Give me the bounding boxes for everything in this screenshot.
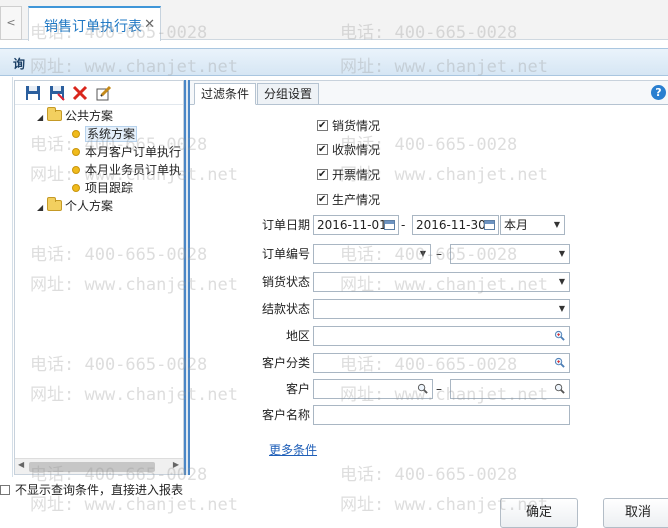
checkbox-label: 收款情况 [332, 143, 381, 157]
tree-item-project[interactable]: 项目跟踪 [72, 179, 133, 197]
checkbox-checked-icon[interactable] [317, 192, 328, 208]
tree-group-label: 公共方案 [65, 109, 114, 123]
checkbox-receipt[interactable]: 收款情况 [317, 142, 380, 158]
customer-name-input[interactable] [313, 405, 570, 425]
customer-to-field[interactable] [450, 379, 570, 399]
scheme-toolbar [15, 81, 183, 105]
range-separator: - [401, 218, 406, 232]
delete-icon[interactable] [72, 85, 88, 101]
filter-pane: 过滤条件 分组设置 ? 销货情况 收款情况 开票情况 生产情况 订单日期 201… [190, 80, 668, 475]
chevron-down-icon[interactable]: ▼ [559, 273, 565, 291]
checkbox-unchecked-icon[interactable] [0, 485, 10, 495]
tab-scroll-left-button[interactable]: < [0, 6, 22, 40]
date-to-field[interactable]: 2016-11-30 [412, 215, 499, 235]
search-icon[interactable] [554, 383, 565, 394]
range-separator: – [436, 247, 442, 261]
calendar-icon[interactable] [384, 220, 395, 230]
chevron-down-icon[interactable]: ▼ [559, 245, 565, 263]
tree-item-customer-orders[interactable]: 本月客户订单执行 [72, 143, 181, 161]
filter-tabs: 过滤条件 分组设置 ? [190, 81, 668, 105]
tab-sales-order-execution[interactable]: 销售订单执行表 ✕ [28, 6, 161, 41]
scheme-dot-icon [72, 166, 80, 174]
tab-group-settings[interactable]: 分组设置 [257, 83, 320, 105]
confirm-button[interactable]: 确定 [500, 498, 578, 528]
tree-item-system[interactable]: 系统方案 [72, 125, 138, 143]
tree-item-label: 系统方案 [85, 126, 138, 142]
date-to-value: 2016-11-30 [416, 218, 486, 232]
order-no-label: 订单编号 [261, 247, 310, 261]
checkbox-label: 销货情况 [332, 119, 381, 133]
tree-item-label: 项目跟踪 [85, 181, 134, 195]
period-select[interactable]: 本月 ▼ [500, 215, 565, 235]
tab-filter-conditions[interactable]: 过滤条件 [194, 83, 257, 105]
cancel-button[interactable]: 取消 [603, 498, 668, 528]
tab-strip: < 销售订单执行表 ✕ [0, 0, 668, 41]
settle-status-select[interactable]: ▼ [313, 299, 570, 319]
expand-arrow-icon[interactable]: ◢ [37, 199, 47, 217]
tree-item-label: 本月业务员订单执 [85, 163, 182, 177]
settle-status-label: 结款状态 [261, 302, 310, 316]
range-separator: – [436, 382, 442, 396]
order-no-from-select[interactable]: ▼ [313, 244, 431, 264]
date-from-value: 2016-11-01 [317, 218, 387, 232]
tree-item-label: 本月客户订单执行 [85, 145, 182, 159]
checkbox-checked-icon[interactable] [317, 167, 328, 183]
tab-close-icon[interactable]: ✕ [144, 17, 155, 32]
search-add-icon[interactable] [554, 357, 565, 368]
scrollbar-thumb[interactable] [29, 462, 155, 472]
customer-category-label: 客户分类 [261, 356, 310, 370]
tree-group-personal[interactable]: ◢ 个人方案 [37, 197, 113, 215]
scroll-right-icon[interactable]: ▶ [173, 460, 179, 469]
dialog-title: 询 [13, 57, 26, 71]
dialog-left-edge [0, 77, 13, 477]
scheme-dot-icon [72, 184, 80, 192]
customer-from-field[interactable] [313, 379, 433, 399]
order-date-label: 订单日期 [261, 218, 310, 232]
save-icon[interactable] [25, 85, 41, 101]
search-add-icon[interactable] [554, 330, 565, 341]
save-as-icon[interactable] [49, 85, 65, 101]
help-icon[interactable]: ? [651, 85, 666, 100]
dialog-title-bar: 询 [0, 48, 668, 76]
expand-arrow-icon[interactable]: ◢ [37, 109, 47, 127]
checkbox-label: 生产情况 [332, 193, 381, 207]
customer-name-label: 客户名称 [261, 408, 310, 422]
more-conditions-link[interactable]: 更多条件 [269, 441, 317, 458]
chevron-down-icon[interactable]: ▼ [554, 216, 560, 234]
folder-icon [47, 197, 62, 211]
folder-icon [47, 107, 62, 121]
edit-icon[interactable] [96, 85, 112, 101]
order-no-to-select[interactable]: ▼ [450, 244, 570, 264]
sales-status-label: 销货状态 [261, 275, 310, 289]
scheme-pane: ◢ 公共方案 系统方案 本月客户订单执行 本月业务员订单执 项目跟踪 ◢ 个人方案 … [14, 80, 184, 475]
region-label: 地区 [285, 329, 310, 343]
scroll-left-icon[interactable]: ◀ [18, 460, 24, 469]
period-value: 本月 [504, 218, 529, 232]
customer-label: 客户 [285, 382, 310, 396]
chevron-down-icon[interactable]: ▼ [420, 245, 426, 263]
tree-horizontal-scrollbar[interactable]: ◀ ▶ [15, 458, 183, 474]
checkbox-label: 开票情况 [332, 168, 381, 182]
sales-status-select[interactable]: ▼ [313, 272, 570, 292]
skip-query-checkbox[interactable]: 不显示查询条件，直接进入报表 [0, 482, 183, 498]
checkbox-checked-icon[interactable] [317, 118, 328, 134]
chevron-down-icon[interactable]: ▼ [559, 300, 565, 318]
tree-group-label: 个人方案 [65, 199, 114, 213]
tab-label: 销售订单执行表 [44, 19, 142, 35]
checkbox-production[interactable]: 生产情况 [317, 192, 380, 208]
customer-category-field[interactable] [313, 353, 570, 373]
checkbox-sales[interactable]: 销货情况 [317, 118, 380, 134]
calendar-icon[interactable] [484, 220, 495, 230]
tree-item-salesman-orders[interactable]: 本月业务员订单执 [72, 161, 181, 179]
scheme-dot-icon [72, 148, 80, 156]
scheme-dot-icon [72, 130, 80, 138]
skip-query-label: 不显示查询条件，直接进入报表 [15, 483, 184, 497]
checkbox-invoice[interactable]: 开票情况 [317, 167, 380, 183]
checkbox-checked-icon[interactable] [317, 142, 328, 158]
search-icon[interactable] [417, 383, 428, 394]
region-field[interactable] [313, 326, 570, 346]
date-from-field[interactable]: 2016-11-01 [313, 215, 399, 235]
tree-group-public[interactable]: ◢ 公共方案 [37, 107, 113, 125]
